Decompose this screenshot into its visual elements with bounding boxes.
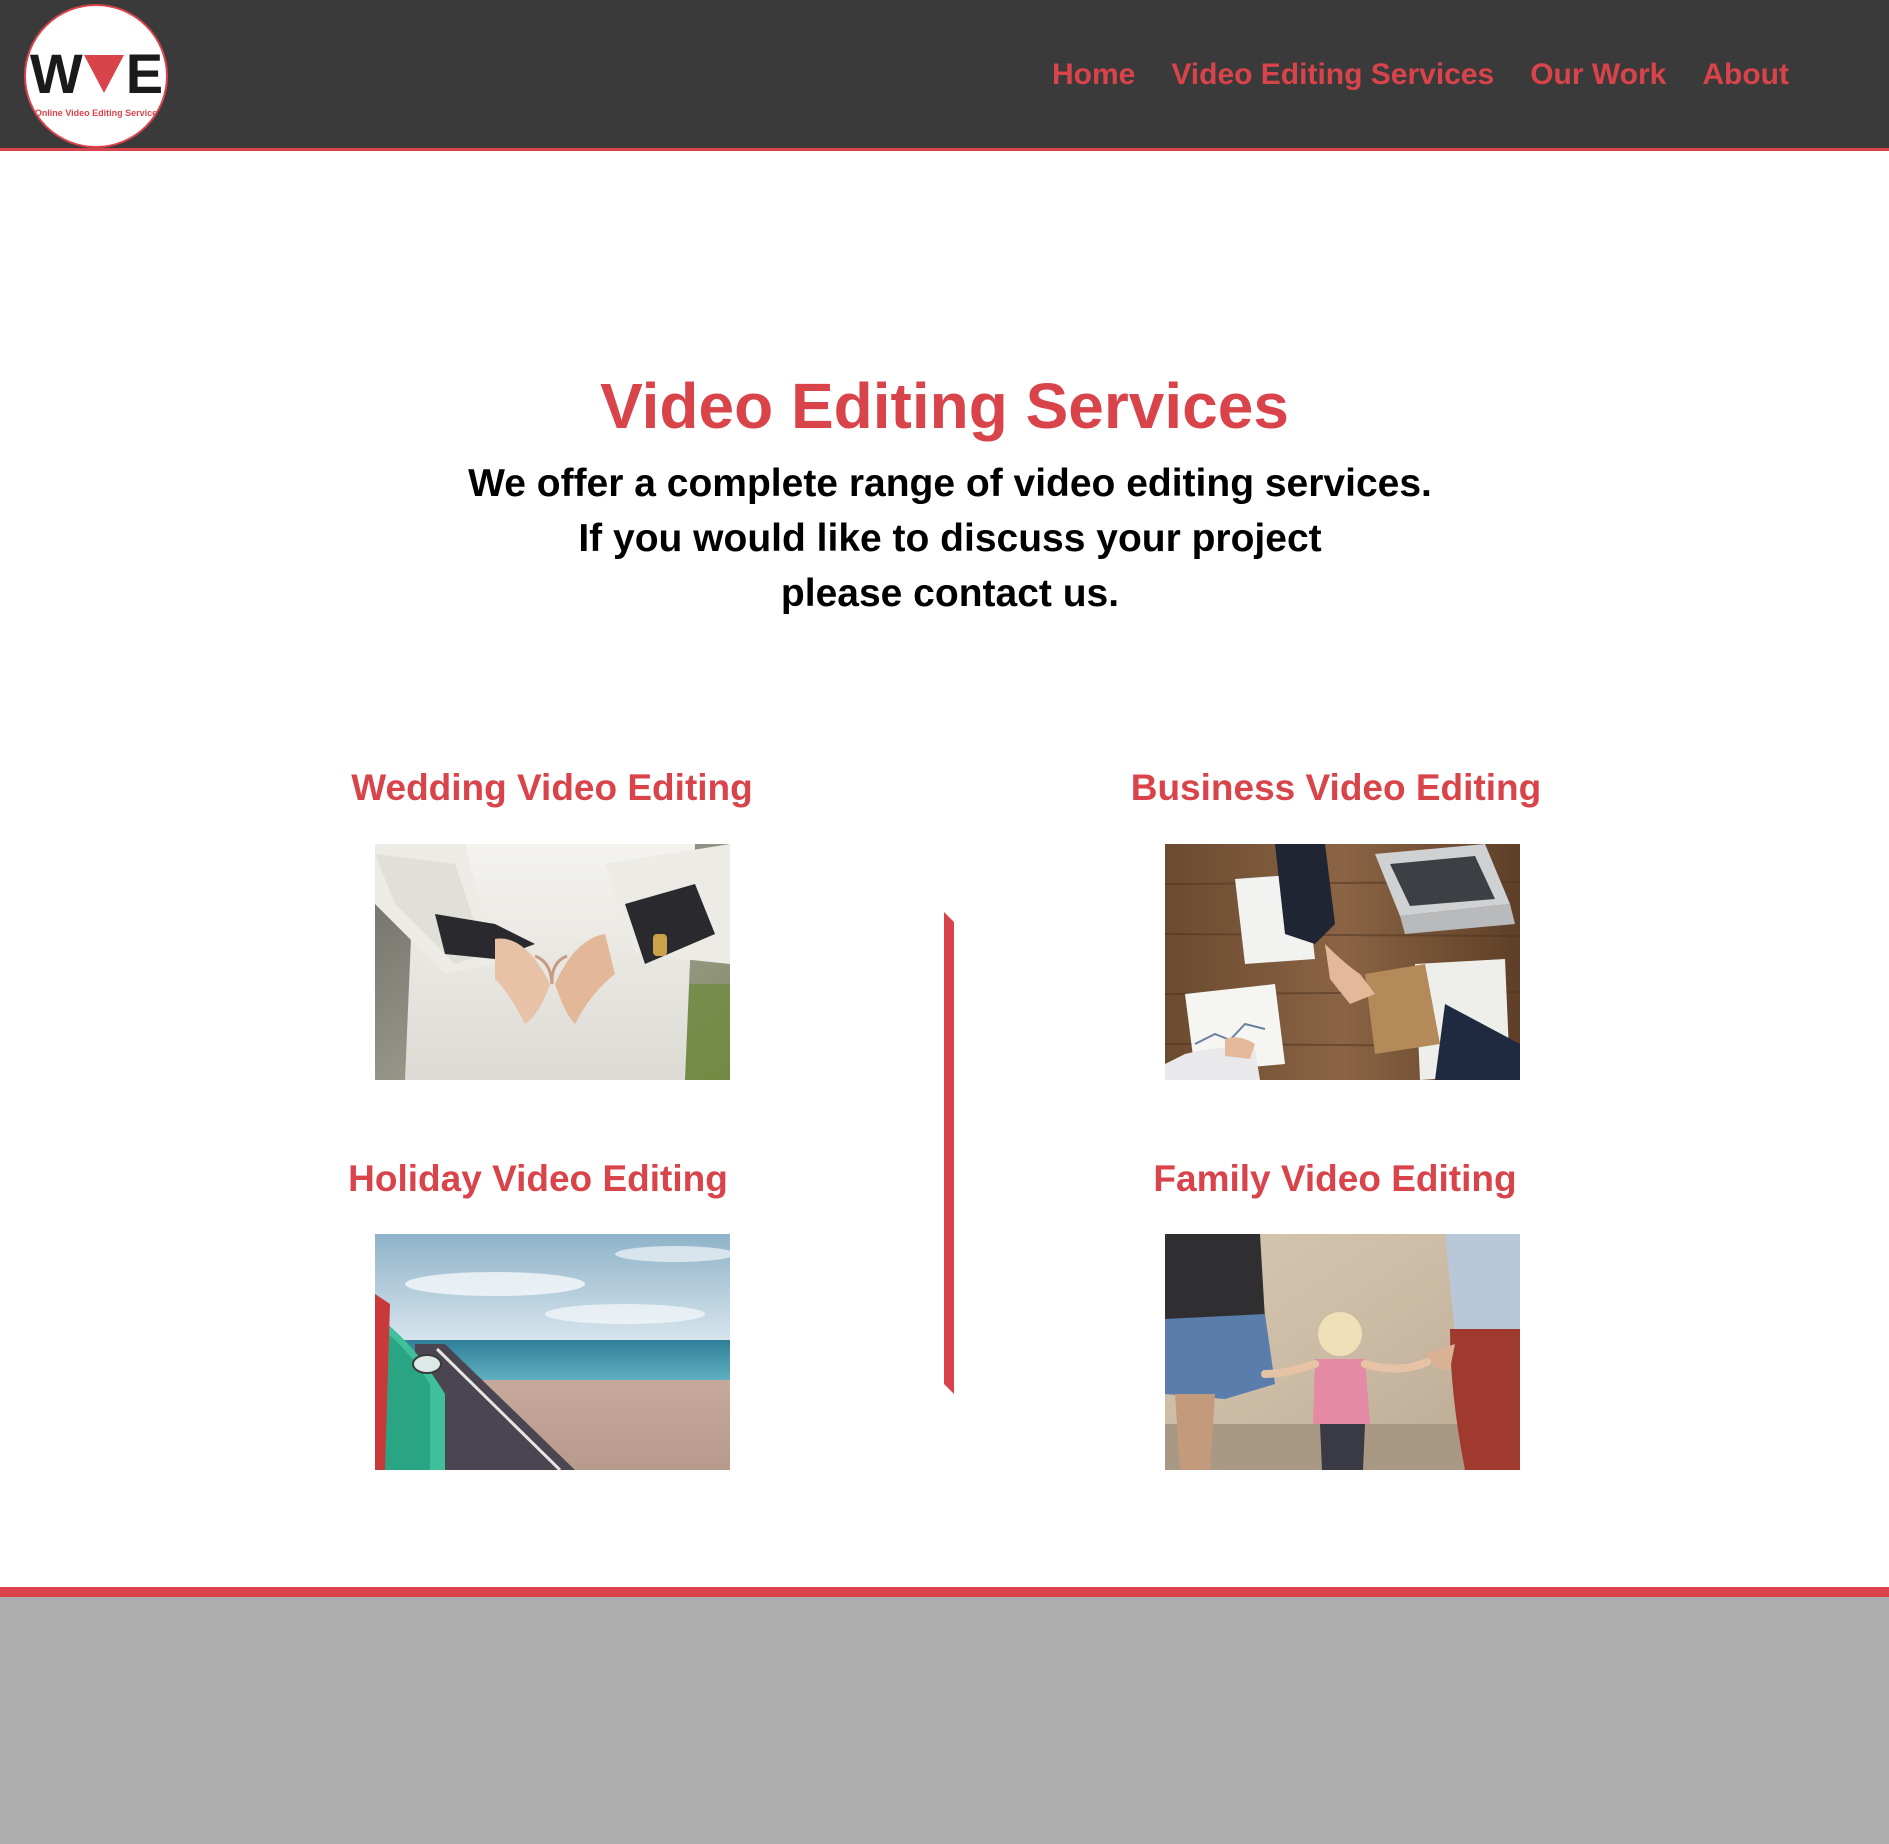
nav-our-work[interactable]: Our Work <box>1530 54 1666 96</box>
nav-video-editing-services[interactable]: Video Editing Services <box>1171 54 1494 96</box>
center-divider <box>944 912 954 1394</box>
service-title-holiday: Holiday Video Editing <box>348 1158 728 1199</box>
intro-line: If you would like to discuss your projec… <box>578 517 1322 560</box>
service-title-business: Business Video Editing <box>1130 767 1542 808</box>
nav-about[interactable]: About <box>1702 54 1789 96</box>
brand-logo[interactable]: WE Online Video Editing Service <box>24 4 168 148</box>
holiday-photo[interactable] <box>375 1234 730 1470</box>
wedding-photo-art <box>375 844 730 1080</box>
logo-letters: WE <box>26 46 166 102</box>
service-title-family: Family Video Editing <box>1153 1158 1517 1199</box>
page-title: Video Editing Services <box>600 370 1289 442</box>
intro-line: We offer a complete range of video editi… <box>468 462 1432 505</box>
intro-text: We offer a complete range of video editi… <box>0 456 1889 621</box>
logo-triangle-icon <box>83 55 124 93</box>
family-photo[interactable] <box>1165 1234 1520 1470</box>
service-title-wedding: Wedding Video Editing <box>351 767 753 808</box>
wedding-photo[interactable] <box>375 844 730 1080</box>
nav-home[interactable]: Home <box>1052 54 1135 96</box>
intro-line: please contact us. <box>780 572 1120 615</box>
family-photo-art <box>1165 1234 1520 1470</box>
site-footer <box>0 1587 1889 1844</box>
holiday-photo-art <box>375 1234 730 1470</box>
logo-letter-w: W <box>29 42 83 105</box>
business-photo-art <box>1165 844 1520 1080</box>
logo-tagline: Online Video Editing Service <box>34 108 158 118</box>
logo-letter-e: E <box>125 42 163 105</box>
site-header: WE Online Video Editing Service Home Vid… <box>0 0 1889 151</box>
business-photo[interactable] <box>1165 844 1520 1080</box>
main-nav: Home Video Editing Services Our Work Abo… <box>1052 54 1789 96</box>
